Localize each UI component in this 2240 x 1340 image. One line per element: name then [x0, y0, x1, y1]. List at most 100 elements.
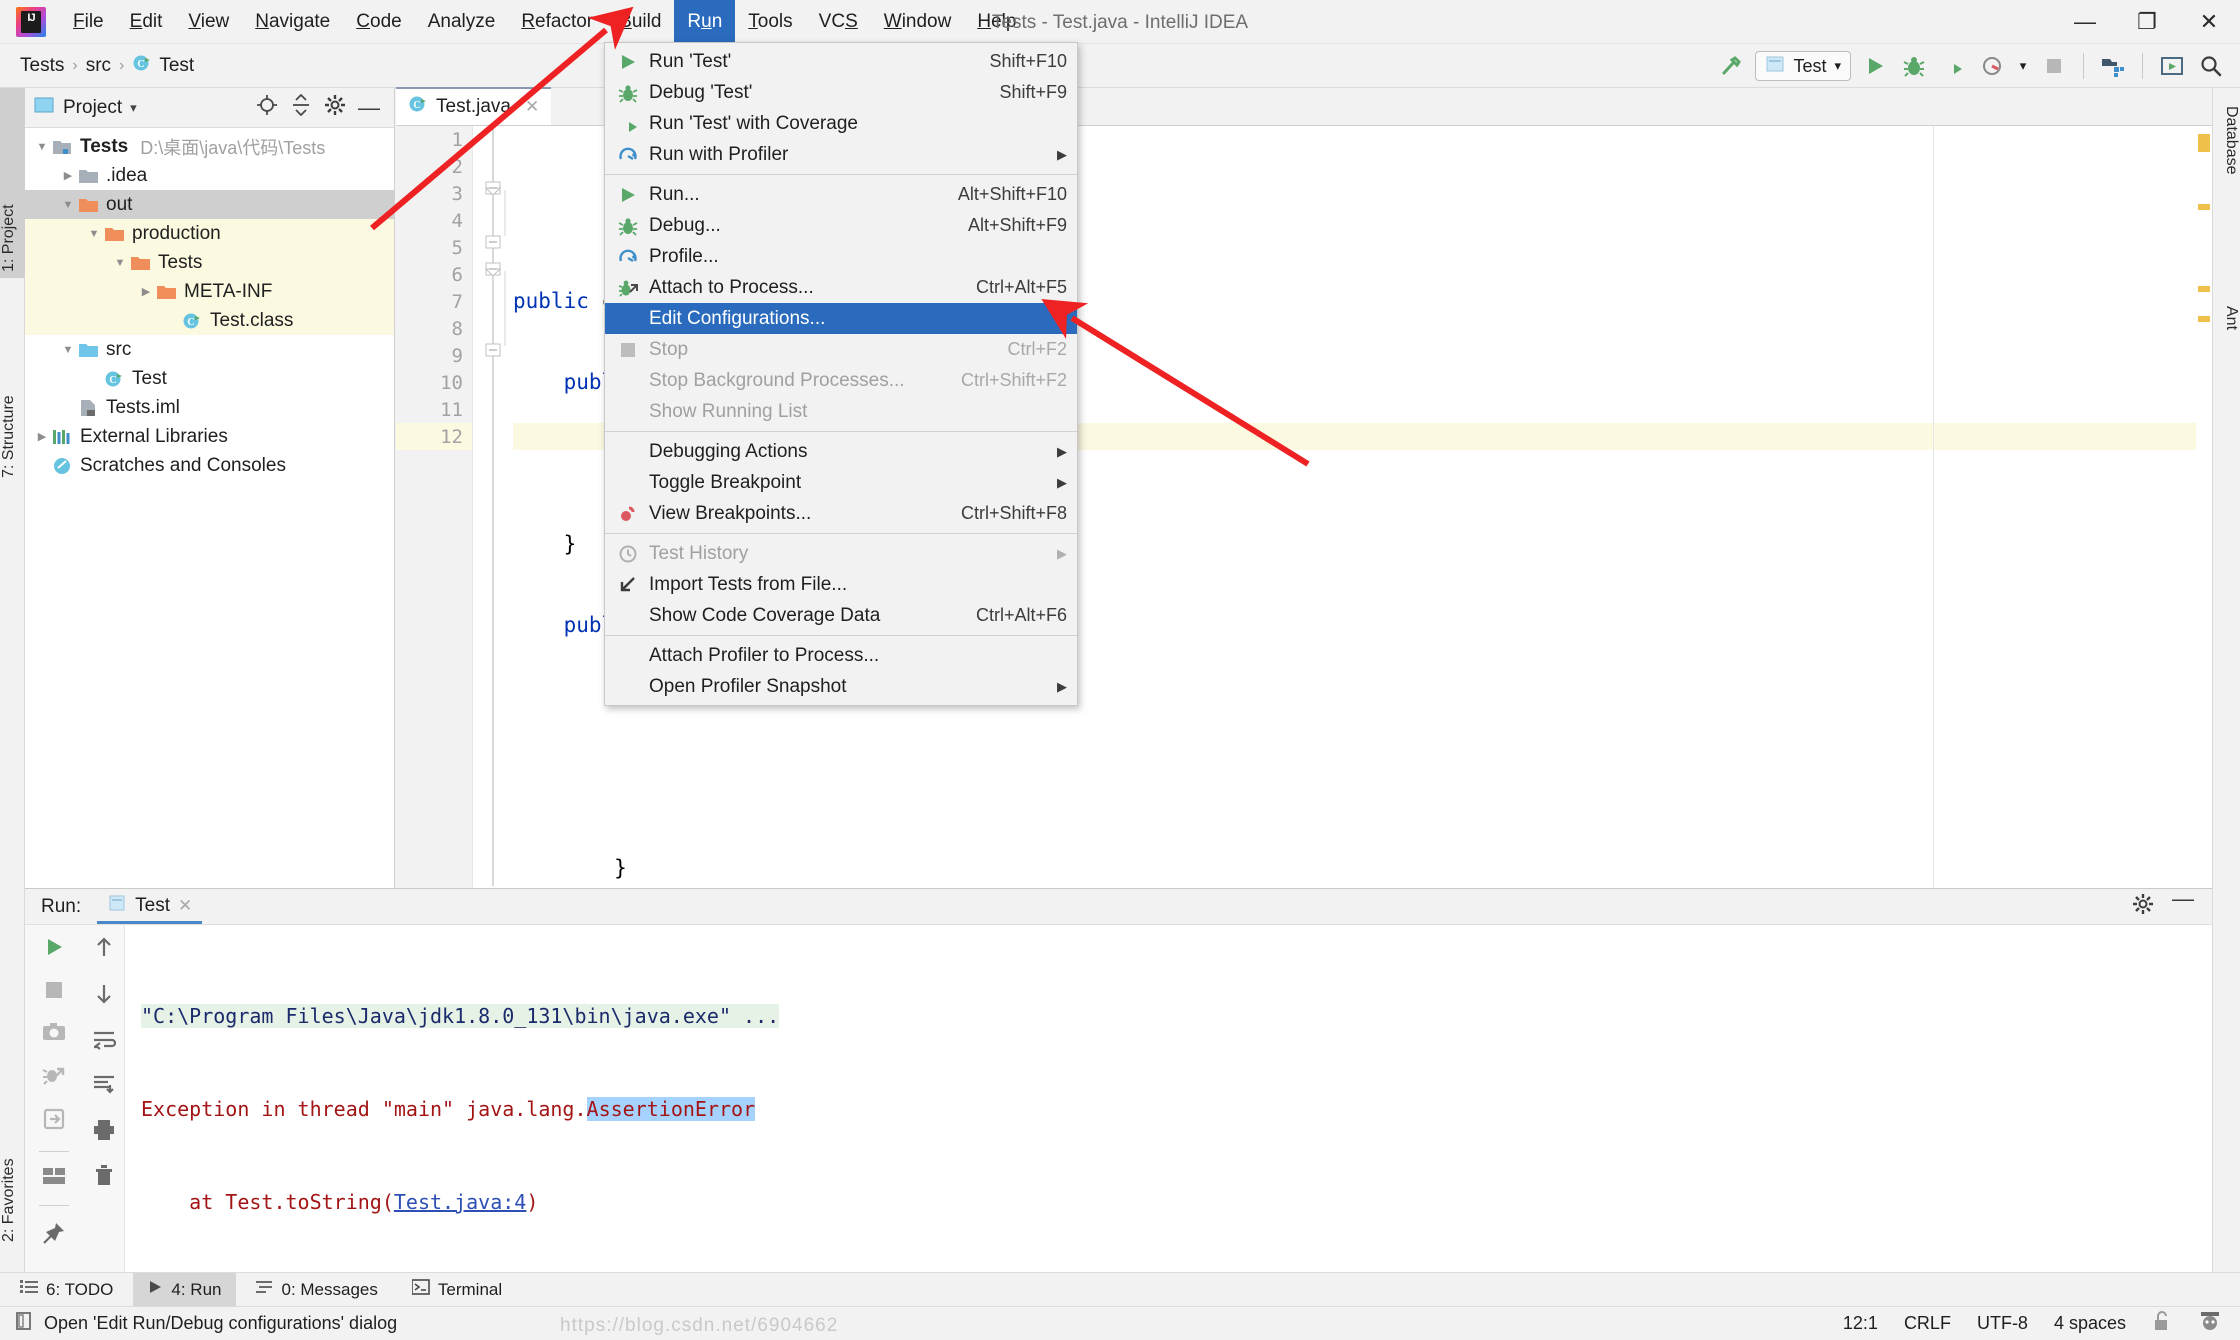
settings-gear-icon[interactable]	[324, 94, 346, 121]
line-number[interactable]: 12	[396, 423, 472, 450]
line-number[interactable]: 8	[396, 315, 472, 342]
line-number[interactable]: 11	[396, 396, 472, 423]
bottom-tab-terminal[interactable]: Terminal	[398, 1273, 516, 1307]
tree-node-src[interactable]: ▼src	[25, 335, 394, 364]
bottom-tab-run[interactable]: 4: Run	[133, 1273, 235, 1307]
settings-gear-icon[interactable]	[2132, 893, 2154, 921]
line-number[interactable]: 7	[396, 288, 472, 315]
hide-panel-icon[interactable]: —	[358, 101, 380, 115]
tree-node-external-libraries[interactable]: ▶External Libraries	[25, 422, 394, 451]
collapse-all-icon[interactable]	[290, 94, 312, 121]
breadcrumb-tests[interactable]: Tests	[14, 53, 70, 79]
breadcrumb-test[interactable]: C Test	[126, 51, 200, 81]
line-separator[interactable]: CRLF	[1904, 1313, 1951, 1334]
sidebar-item-favorites[interactable]: 2: Favorites	[0, 1088, 25, 1248]
menu-item-profile[interactable]: Profile...	[605, 241, 1077, 272]
profiler-dropdown-chevron-down-icon[interactable]: ▾	[2016, 51, 2030, 81]
bottom-tab-todo[interactable]: 6: TODO	[6, 1273, 127, 1307]
tree-node-tests[interactable]: ▼TestsD:\桌面\java\代码\Tests	[25, 132, 394, 161]
editor-fold-column[interactable]	[473, 126, 513, 888]
line-number[interactable]: 4	[396, 207, 472, 234]
down-arrow-icon[interactable]	[93, 982, 115, 1011]
run-menu-dropdown[interactable]: Run 'Test'Shift+F10Debug 'Test'Shift+F9R…	[604, 42, 1078, 706]
run-console-toolbar[interactable]	[25, 925, 83, 1272]
close-icon[interactable]: ✕	[525, 97, 539, 117]
menu-code[interactable]: Code	[343, 5, 414, 39]
minimize-button[interactable]: —	[2054, 0, 2116, 44]
breadcrumb-src[interactable]: src	[80, 53, 117, 79]
chevron-down-icon[interactable]: ▼	[33, 141, 51, 153]
debug-bug-icon[interactable]	[1899, 51, 1929, 81]
camera-snapshot-icon[interactable]	[42, 1021, 66, 1048]
tree-node-tests-iml[interactable]: ▶Tests.iml	[25, 393, 394, 422]
up-arrow-icon[interactable]	[93, 935, 115, 964]
print-icon[interactable]	[92, 1119, 116, 1146]
stripe-mark[interactable]	[2198, 316, 2210, 322]
indent-setting[interactable]: 4 spaces	[2054, 1313, 2126, 1334]
menu-item-debug-test[interactable]: Debug 'Test'Shift+F9	[605, 77, 1077, 108]
tree-node-test[interactable]: ▶CTest	[25, 364, 394, 393]
unlock-icon[interactable]	[2152, 1310, 2172, 1337]
sidebar-item-database[interactable]: Database	[2212, 98, 2240, 288]
project-tree[interactable]: ▼TestsD:\桌面\java\代码\Tests▶.idea▼out▼prod…	[25, 128, 394, 480]
line-number[interactable]: 3	[396, 180, 472, 207]
console-output[interactable]: "C:\Program Files\Java\jdk1.8.0_131\bin\…	[125, 925, 2212, 1272]
update-app-icon[interactable]	[2157, 51, 2187, 81]
menu-analyze[interactable]: Analyze	[415, 5, 509, 39]
chevron-right-icon[interactable]: ▶	[137, 285, 155, 298]
sidebar-item-ant[interactable]: Ant	[2212, 298, 2240, 428]
chevron-down-icon[interactable]: ▼	[111, 257, 129, 269]
menu-tools[interactable]: Tools	[735, 5, 805, 39]
run-console-toolbar-secondary[interactable]	[83, 925, 125, 1272]
menu-help[interactable]: Help	[964, 5, 1029, 39]
menu-item-run-with-profiler[interactable]: Run with Profiler▶	[605, 139, 1077, 170]
coverage-icon[interactable]	[1938, 51, 1968, 81]
stripe-mark[interactable]	[2198, 204, 2210, 210]
menu-file[interactable]: FFileile	[60, 5, 117, 39]
editor-error-stripe[interactable]	[2196, 126, 2212, 888]
chevron-down-icon[interactable]: ▼	[59, 344, 77, 356]
export-icon[interactable]	[42, 1107, 66, 1136]
close-button[interactable]: ✕	[2178, 0, 2240, 44]
chevron-down-icon[interactable]: ▾	[1834, 58, 1841, 74]
layout-icon[interactable]	[42, 1167, 66, 1190]
run-green-play-icon[interactable]	[1860, 51, 1890, 81]
menu-item-attach-to-process[interactable]: Attach to Process...Ctrl+Alt+F5	[605, 272, 1077, 303]
chevron-right-icon[interactable]: ▶	[33, 430, 51, 443]
menu-item-run-test-with-coverage[interactable]: Run 'Test' with Coverage	[605, 108, 1077, 139]
hammer-build-icon[interactable]	[1716, 51, 1746, 81]
chevron-down-icon[interactable]: ▼	[59, 199, 77, 211]
line-number[interactable]: 10	[396, 369, 472, 396]
stripe-mark[interactable]	[2198, 134, 2210, 152]
menu-item-show-code-coverage-data[interactable]: Show Code Coverage DataCtrl+Alt+F6	[605, 600, 1077, 631]
tree-node--idea[interactable]: ▶.idea	[25, 161, 394, 190]
locate-icon[interactable]	[256, 94, 278, 121]
run-configuration-selector[interactable]: Test ▾	[1755, 51, 1851, 81]
debug-attach-icon[interactable]	[42, 1063, 66, 1092]
line-number[interactable]: 6▶	[396, 261, 472, 288]
menu-item-open-profiler-snapshot[interactable]: Open Profiler Snapshot▶	[605, 671, 1077, 702]
tree-node-meta-inf[interactable]: ▶META-INF	[25, 277, 394, 306]
tree-node-scratches-and-consoles[interactable]: ▶Scratches and Consoles	[25, 451, 394, 480]
menu-item-import-tests-from-file[interactable]: Import Tests from File...	[605, 569, 1077, 600]
pin-icon[interactable]	[42, 1221, 66, 1250]
stack-link[interactable]: Test.java:4	[394, 1190, 526, 1214]
inspector-face-icon[interactable]	[2198, 1310, 2222, 1337]
chevron-down-icon[interactable]: ▾	[130, 100, 137, 116]
menu-refactor[interactable]: Refactor	[508, 5, 606, 39]
maximize-button[interactable]: ❐	[2116, 0, 2178, 44]
menu-edit[interactable]: Edit	[117, 5, 176, 39]
menu-item-run[interactable]: Run...Alt+Shift+F10	[605, 179, 1077, 210]
menu-item-debug[interactable]: Debug...Alt+Shift+F9	[605, 210, 1077, 241]
bottom-tab-messages[interactable]: 0: Messages	[242, 1273, 392, 1307]
menu-navigate[interactable]: Navigate	[242, 5, 343, 39]
hide-panel-icon[interactable]: —	[2172, 893, 2194, 921]
tree-node-tests[interactable]: ▼Tests	[25, 248, 394, 277]
chevron-down-icon[interactable]: ▼	[85, 228, 103, 240]
menu-vcs[interactable]: VCS	[806, 5, 871, 39]
profiler-icon[interactable]	[1977, 51, 2007, 81]
line-number[interactable]: 1	[396, 126, 472, 153]
menu-item-debugging-actions[interactable]: Debugging Actions▶	[605, 436, 1077, 467]
file-encoding[interactable]: UTF-8	[1977, 1313, 2028, 1334]
menu-run[interactable]: Run	[674, 0, 735, 44]
